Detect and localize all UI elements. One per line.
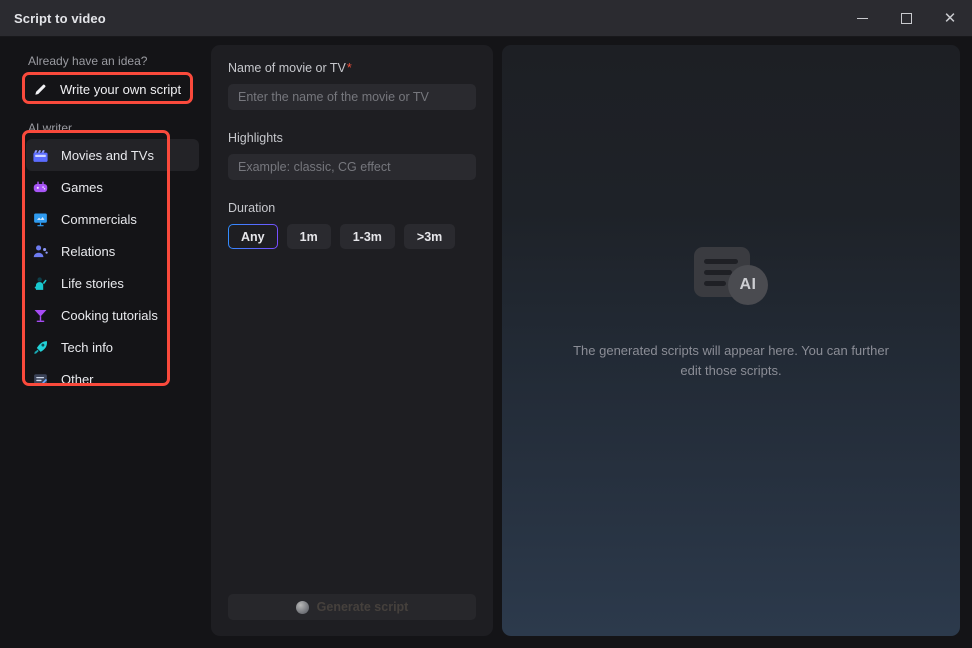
movie-name-input[interactable] bbox=[228, 84, 476, 110]
sidebar-item-relations[interactable]: Relations bbox=[26, 235, 199, 267]
ai-script-line bbox=[704, 258, 738, 264]
sidebar-item-label: Games bbox=[61, 179, 103, 195]
window-title: Script to video bbox=[14, 10, 106, 26]
sidebar-item-other[interactable]: Other bbox=[26, 363, 199, 395]
duration-option-any[interactable]: Any bbox=[228, 224, 278, 249]
highlights-field-label: Highlights bbox=[228, 131, 283, 145]
ai-script-icon: AI bbox=[694, 243, 768, 305]
pencil-icon bbox=[32, 81, 49, 98]
close-icon: ✕ bbox=[943, 9, 957, 27]
script-preview-panel: AI The generated scripts will appear her… bbox=[502, 45, 960, 636]
sidebar-item-games[interactable]: Games bbox=[26, 171, 199, 203]
person-wave-icon bbox=[32, 275, 49, 292]
ai-script-line bbox=[704, 280, 726, 286]
presentation-icon bbox=[32, 211, 49, 228]
cocktail-glass-icon bbox=[32, 307, 49, 324]
form-gap-2 bbox=[228, 180, 476, 201]
people-icon bbox=[32, 243, 49, 260]
sidebar-item-life-stories[interactable]: Life stories bbox=[26, 267, 199, 299]
rocket-icon bbox=[32, 339, 49, 356]
write-your-own-script-button[interactable]: Write your own script bbox=[26, 75, 199, 103]
duration-option-gt-3m[interactable]: >3m bbox=[403, 224, 456, 249]
gamepad-icon bbox=[32, 179, 49, 196]
loading-spinner-icon bbox=[295, 600, 309, 614]
clapperboard-icon bbox=[32, 147, 49, 164]
script-to-video-window: Script to video ✕ Already have an idea? … bbox=[0, 0, 972, 648]
sidebar-item-commercials[interactable]: Commercials bbox=[26, 203, 199, 235]
write-your-own-script-label: Write your own script bbox=[60, 81, 182, 97]
form-spacer bbox=[228, 249, 476, 594]
duration-option-1m[interactable]: 1m bbox=[286, 224, 331, 249]
empty-state: AI The generated scripts will appear her… bbox=[566, 243, 896, 381]
sidebar-item-label: Life stories bbox=[61, 275, 124, 291]
generate-script-button[interactable]: Generate script bbox=[228, 594, 476, 620]
sidebar-item-movies-and-tvs[interactable]: Movies and TVs bbox=[26, 139, 199, 171]
highlights-input[interactable] bbox=[228, 154, 476, 180]
window-body: Already have an idea? Write your own scr… bbox=[0, 37, 972, 648]
minimize-button[interactable] bbox=[840, 0, 884, 36]
name-field-label-text: Name of movie or TV bbox=[228, 61, 346, 75]
required-marker: * bbox=[346, 61, 352, 75]
sidebar-item-label: Movies and TVs bbox=[61, 147, 154, 163]
sidebar-item-label: Commercials bbox=[61, 211, 137, 227]
duration-option-label: Any bbox=[241, 229, 265, 244]
already-have-idea-label: Already have an idea? bbox=[28, 54, 148, 68]
name-field-label: Name of movie or TV* bbox=[228, 61, 476, 75]
title-bar: Script to video ✕ bbox=[0, 0, 972, 37]
form-panel: Name of movie or TV* Highlights Duration… bbox=[211, 45, 493, 636]
ai-writer-category-list: Movies and TVs Games Commercials Relatio… bbox=[0, 139, 211, 395]
sidebar: Already have an idea? Write your own scr… bbox=[0, 45, 211, 636]
sidebar-item-cooking-tutorials[interactable]: Cooking tutorials bbox=[26, 299, 199, 331]
sidebar-item-label: Other bbox=[61, 371, 94, 387]
maximize-button[interactable] bbox=[884, 0, 928, 36]
ai-script-line bbox=[704, 269, 732, 275]
duration-label: Duration bbox=[228, 201, 276, 215]
document-edit-icon bbox=[32, 371, 49, 388]
sidebar-item-label: Relations bbox=[61, 243, 116, 259]
sidebar-item-label: Cooking tutorials bbox=[61, 307, 158, 323]
sidebar-item-label: Tech info bbox=[61, 339, 114, 355]
ai-writer-label: AI writer bbox=[28, 121, 73, 135]
duration-option-1-3m[interactable]: 1-3m bbox=[339, 224, 395, 249]
generate-script-label: Generate script bbox=[316, 600, 409, 614]
sidebar-item-tech-info[interactable]: Tech info bbox=[26, 331, 199, 363]
empty-state-text: The generated scripts will appear here. … bbox=[573, 342, 889, 378]
duration-options: Any 1m 1-3m >3m bbox=[228, 224, 476, 249]
close-button[interactable]: ✕ bbox=[928, 0, 972, 36]
minimize-icon bbox=[856, 17, 868, 19]
maximize-icon bbox=[900, 12, 912, 24]
form-gap-1 bbox=[228, 110, 476, 131]
ai-badge: AI bbox=[728, 264, 768, 305]
